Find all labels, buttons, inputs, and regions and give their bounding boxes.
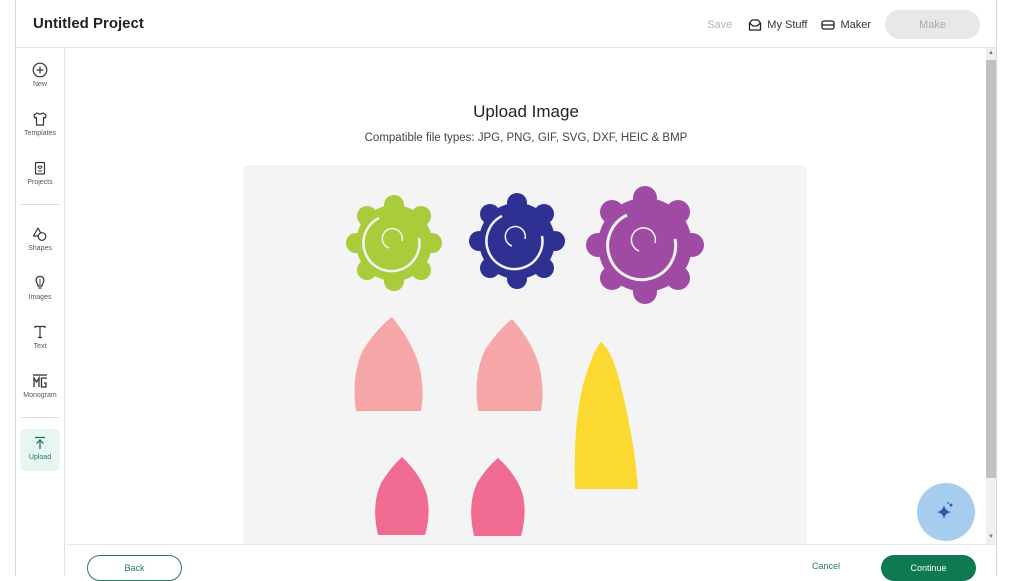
inbox-icon	[749, 18, 762, 31]
sidebar-item-projects[interactable]: Projects	[20, 154, 60, 196]
cancel-button[interactable]: Cancel	[812, 561, 840, 571]
yellow-horn-shape	[574, 342, 638, 489]
window-right-edge	[997, 0, 1024, 576]
pink-ear-right	[471, 458, 525, 536]
sidebar-item-text[interactable]: Text	[20, 318, 60, 360]
make-button[interactable]: Make	[885, 10, 980, 39]
sidebar-item-label: Projects	[27, 179, 53, 186]
sidebar-item-label: Shapes	[28, 245, 52, 252]
lightbulb-icon	[35, 275, 45, 289]
save-button[interactable]: Save	[707, 19, 732, 31]
shapes-icon	[32, 227, 47, 241]
text-icon	[34, 325, 46, 339]
project-title: Untitled Project	[33, 15, 144, 32]
maker-button[interactable]: Maker	[821, 19, 871, 31]
my-stuff-button[interactable]: My Stuff	[748, 19, 807, 31]
sidebar-item-label: Images	[28, 294, 52, 301]
sidebar-divider	[21, 204, 59, 205]
continue-button[interactable]: Continue	[881, 555, 976, 581]
machine-icon	[821, 19, 836, 30]
uploaded-image	[346, 186, 704, 536]
image-preview	[243, 165, 807, 544]
sidebar-item-label: Upload	[28, 454, 52, 461]
sidebar-item-images[interactable]: Images	[20, 269, 60, 311]
top-header: Untitled Project Save My Stuff Maker Mak…	[16, 0, 996, 48]
sidebar-item-label: Monogram	[23, 392, 57, 399]
scroll-up-arrow[interactable]: ▲	[986, 48, 996, 58]
light-pink-ear-left	[354, 317, 423, 411]
vertical-scrollbar[interactable]: ▲ ▼	[986, 48, 996, 544]
back-button[interactable]: Back	[87, 555, 182, 581]
header-actions: Save My Stuff Maker Make	[707, 10, 980, 39]
shirt-icon	[33, 112, 47, 126]
sidebar-item-label: Templates	[24, 130, 56, 137]
monogram-icon	[33, 374, 47, 388]
plus-circle-icon	[32, 62, 48, 78]
blue-flower-shape	[469, 193, 565, 289]
sidebar-item-new[interactable]: New	[20, 56, 60, 98]
light-pink-ear-right	[476, 319, 543, 411]
sidebar-item-label: Text	[33, 343, 47, 350]
left-sidebar: New Templates Projects Shapes Images Tex…	[16, 48, 65, 576]
ai-assistant-button[interactable]	[917, 483, 975, 541]
sparkle-icon	[937, 502, 954, 519]
window-left-edge	[0, 0, 15, 576]
sidebar-item-shapes[interactable]: Shapes	[20, 220, 60, 262]
sidebar-divider	[21, 417, 59, 418]
sidebar-item-templates[interactable]: Templates	[20, 105, 60, 147]
purple-flower-shape	[586, 186, 704, 304]
scrollbar-thumb[interactable]	[986, 60, 996, 478]
sidebar-item-monogram[interactable]: Monogram	[20, 367, 60, 409]
upload-icon	[35, 436, 45, 449]
pink-ear-left	[375, 457, 429, 535]
green-flower-shape	[346, 195, 442, 291]
compatible-file-types: Compatible file types: JPG, PNG, GIF, SV…	[364, 132, 688, 144]
my-stuff-label: My Stuff	[767, 18, 808, 31]
upload-panel: Upload Image Compatible file types: JPG,…	[66, 48, 986, 544]
design-space-app: Untitled Project Save My Stuff Maker Mak…	[15, 0, 997, 581]
scroll-down-arrow[interactable]: ▼	[986, 532, 996, 542]
sidebar-item-upload[interactable]: Upload	[20, 429, 60, 471]
maker-label: Maker	[840, 18, 871, 31]
footer-actions: Back Cancel Continue	[66, 544, 996, 581]
upload-title: Upload Image	[473, 102, 579, 121]
sidebar-item-label: New	[32, 81, 47, 88]
projects-icon	[34, 161, 46, 175]
